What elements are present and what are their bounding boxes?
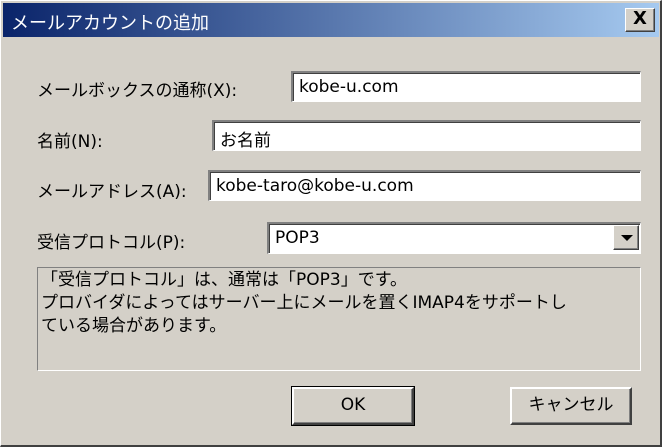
title-bar[interactable]: メールアカウントの追加 X [3, 3, 659, 37]
protocol-label: 受信プロトコル(P): [37, 233, 186, 253]
close-icon: X [633, 8, 647, 29]
protocol-select[interactable]: POP3 [267, 222, 641, 254]
close-button[interactable]: X [625, 8, 655, 32]
chevron-down-icon [621, 235, 633, 241]
info-line: ている場合があります。 [41, 316, 227, 336]
info-line: プロバイダによってはサーバー上にメールを置くIMAP4をサポートし [41, 293, 567, 313]
mailbox-name-input[interactable]: kobe-u.com [291, 71, 641, 102]
email-address-label: メールアドレス(A): [37, 182, 187, 202]
name-label: 名前(N): [37, 132, 103, 152]
dialog-title: メールアカウントの追加 [11, 13, 209, 34]
mailbox-name-label: メールボックスの通称(X): [37, 81, 238, 101]
cancel-button[interactable]: キャンセル [510, 387, 632, 425]
email-address-input[interactable]: kobe-taro@kobe-u.com [208, 170, 641, 201]
info-line: 「受信プロトコル」は、通常は「POP3」です。 [41, 270, 407, 290]
protocol-info-text: 「受信プロトコル」は、通常は「POP3」です。 プロバイダによってはサーバー上に… [37, 267, 641, 371]
name-input[interactable]: お名前 [212, 120, 641, 151]
protocol-selected-value: POP3 [275, 228, 320, 248]
ok-button[interactable]: OK [291, 386, 415, 426]
add-mail-account-dialog: メールアカウントの追加 X メールボックスの通称(X): kobe-u.com … [0, 0, 662, 447]
protocol-dropdown-button[interactable] [613, 225, 639, 250]
